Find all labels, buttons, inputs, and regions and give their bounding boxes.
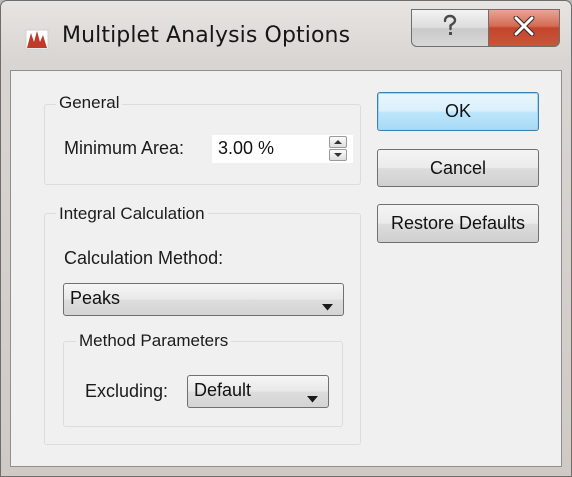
dialog-window: Multiplet Analysis Options General Minim… [0, 0, 572, 477]
close-button[interactable] [488, 9, 560, 47]
chevron-down-icon [307, 388, 318, 407]
spin-buttons [329, 136, 349, 162]
triangle-up-icon [334, 140, 342, 144]
minimum-area-spinbox[interactable]: 3.00 % [211, 134, 354, 164]
integral-calculation-group-label: Integral Calculation [56, 204, 208, 224]
question-mark-icon [440, 14, 460, 42]
help-button[interactable] [411, 9, 489, 47]
dialog-client-area: General Minimum Area: 3.00 % Integral Ca… [10, 70, 562, 467]
ok-button[interactable]: OK [377, 92, 539, 131]
excluding-label: Excluding: [85, 381, 169, 401]
general-group-label: General [56, 93, 123, 113]
app-icon [25, 27, 49, 51]
minimum-area-value: 3.00 % [218, 138, 275, 158]
excluding-dropdown[interactable]: Default [187, 375, 329, 408]
chevron-down-icon [322, 296, 333, 315]
spin-down-button[interactable] [329, 149, 347, 161]
restore-defaults-button[interactable]: Restore Defaults [377, 204, 539, 243]
triangle-down-icon [334, 153, 342, 157]
dialog-title: Multiplet Analysis Options [62, 23, 351, 48]
spin-up-button[interactable] [329, 136, 347, 148]
cancel-button[interactable]: Cancel [377, 149, 539, 187]
calculation-method-value: Peaks [70, 288, 121, 308]
title-bar[interactable]: Multiplet Analysis Options [1, 1, 571, 71]
method-parameters-group-label: Method Parameters [76, 331, 232, 351]
calculation-method-label: Calculation Method: [64, 248, 224, 268]
close-x-icon [513, 15, 535, 40]
calculation-method-dropdown[interactable]: Peaks [63, 283, 344, 316]
minimum-area-label: Minimum Area: [64, 138, 185, 158]
excluding-value: Default [194, 380, 252, 400]
